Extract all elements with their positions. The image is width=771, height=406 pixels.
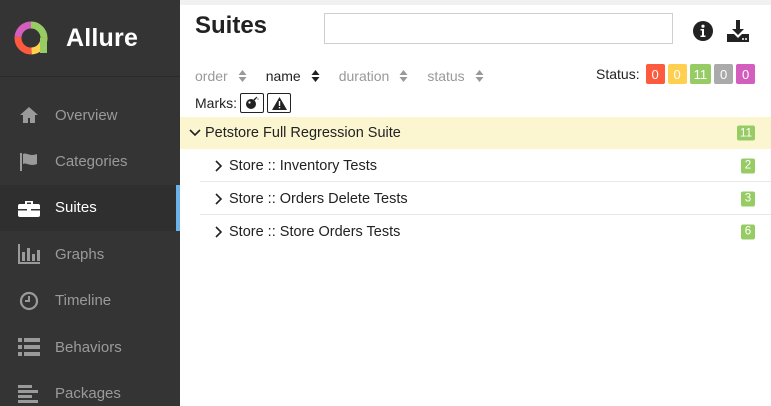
status-badge-broken[interactable]: 0 xyxy=(667,64,687,84)
bar-chart-icon xyxy=(18,243,40,265)
sidebar-item-packages[interactable]: Packages xyxy=(0,370,180,406)
sort-status[interactable]: status xyxy=(427,68,484,84)
sort-label: name xyxy=(265,68,301,84)
sort-label: order xyxy=(195,68,228,84)
allure-logo-icon xyxy=(14,21,48,55)
sidebar-item-categories[interactable]: Categories xyxy=(0,138,180,184)
sidebar-item-label: Categories xyxy=(55,153,128,171)
sort-caret-icon xyxy=(475,70,484,82)
align-left-icon xyxy=(18,383,40,405)
tree-item-count: 2 xyxy=(741,158,755,173)
sidebar-item-overview[interactable]: Overview xyxy=(0,92,180,138)
status-badge-passed[interactable]: 11 xyxy=(689,64,712,84)
sidebar-item-label: Graphs xyxy=(55,245,105,263)
sort-duration[interactable]: duration xyxy=(339,68,409,84)
sidebar-item-label: Packages xyxy=(55,385,121,403)
tree-group[interactable]: Petstore Full Regression Suite 11 xyxy=(180,117,771,149)
chevron-down-icon xyxy=(188,127,201,140)
marks-filter: Marks: xyxy=(195,93,291,113)
main-pane: Suites order name duration status Status… xyxy=(180,0,771,406)
sidebar-item-label: Suites xyxy=(55,199,97,217)
sidebar-item-graphs[interactable]: Graphs xyxy=(0,231,180,277)
chevron-right-icon xyxy=(212,225,225,238)
top-divider xyxy=(180,0,771,5)
tree-item-count: 6 xyxy=(741,224,755,239)
tree-item[interactable]: Store :: Inventory Tests 2 xyxy=(180,149,771,182)
sort-order[interactable]: order xyxy=(195,68,247,84)
tree-item-label: Store :: Inventory Tests xyxy=(229,157,378,174)
clock-icon xyxy=(18,290,40,312)
sort-caret-icon xyxy=(399,70,408,82)
sidebar-nav: Overview Categories Suites Graphs Timeli… xyxy=(0,92,180,406)
tree-item-count: 3 xyxy=(741,191,755,206)
chevron-right-icon xyxy=(212,192,225,205)
tree-item[interactable]: Store :: Orders Delete Tests 3 xyxy=(180,182,771,215)
tree-item-label: Store :: Orders Delete Tests xyxy=(229,190,408,207)
home-icon xyxy=(18,104,40,126)
status-badge-skipped[interactable]: 0 xyxy=(714,64,734,84)
bomb-icon xyxy=(246,96,259,109)
flag-icon xyxy=(18,151,40,173)
sidebar-item-timeline[interactable]: Timeline xyxy=(0,278,180,324)
sort-caret-icon xyxy=(311,70,320,82)
sort-caret-icon xyxy=(238,70,247,82)
sidebar-item-label: Overview xyxy=(55,106,118,124)
warning-icon xyxy=(271,96,287,110)
sidebar: Allure Overview Categories Suites Graphs xyxy=(0,0,180,406)
tree-item[interactable]: Store :: Store Orders Tests 6 xyxy=(180,215,771,248)
sort-name[interactable]: name xyxy=(266,68,320,84)
mark-warning-button[interactable] xyxy=(267,93,291,113)
info-icon[interactable] xyxy=(693,21,713,41)
brand[interactable]: Allure xyxy=(0,0,180,77)
sort-bar: order name duration status xyxy=(195,66,565,86)
sort-label: status xyxy=(427,68,465,84)
sort-label: duration xyxy=(338,68,390,84)
briefcase-icon xyxy=(18,197,40,219)
sidebar-item-label: Timeline xyxy=(55,292,112,310)
sidebar-item-behaviors[interactable]: Behaviors xyxy=(0,324,180,370)
tree-group-count: 11 xyxy=(737,125,755,141)
list-icon xyxy=(18,336,40,358)
status-label: Status: xyxy=(596,66,640,82)
status-filter: Status: 0 0 11 0 0 xyxy=(596,64,756,84)
download-icon[interactable] xyxy=(726,19,750,43)
tree-group-label: Petstore Full Regression Suite xyxy=(205,125,401,141)
chevron-right-icon xyxy=(212,159,225,172)
brand-name: Allure xyxy=(66,23,139,52)
tree-item-label: Store :: Store Orders Tests xyxy=(229,223,401,240)
mark-flaky-button[interactable] xyxy=(240,93,264,113)
sidebar-item-label: Behaviors xyxy=(55,338,122,356)
page-title: Suites xyxy=(195,12,268,39)
status-badge-failed[interactable]: 0 xyxy=(645,64,665,84)
status-badge-unknown[interactable]: 0 xyxy=(736,64,756,84)
sidebar-item-suites[interactable]: Suites xyxy=(0,184,180,232)
search-input[interactable] xyxy=(324,13,673,44)
marks-label: Marks: xyxy=(195,95,237,111)
suites-tree: Petstore Full Regression Suite 11 Store … xyxy=(180,117,771,248)
